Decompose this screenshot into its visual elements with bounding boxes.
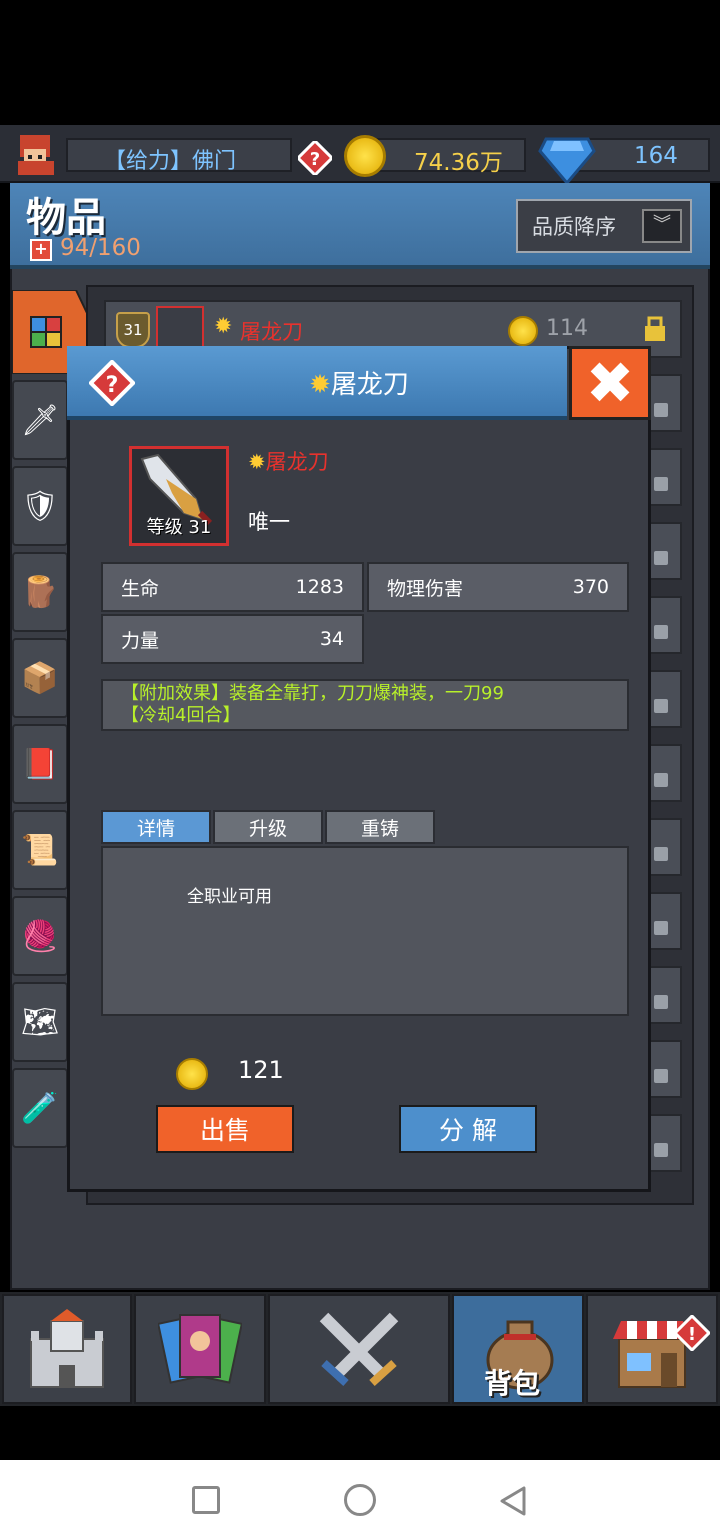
svg-text:!: ! (688, 1324, 696, 1345)
star-icon: ✹ (214, 314, 233, 339)
player-avatar[interactable] (10, 131, 62, 177)
coin-icon (508, 316, 538, 346)
log-icon: 🪵 (21, 574, 59, 610)
gem-amount: 164 (634, 143, 678, 169)
shield-icon: 🛡 (20, 488, 60, 524)
cards-icon (158, 1314, 242, 1384)
tab-weapon[interactable]: 🗡 (12, 380, 68, 460)
tab-chest[interactable]: 📦 (12, 638, 68, 718)
lock-icon[interactable] (654, 403, 668, 417)
dialog-title-bar: ? ✹屠龙刀 (67, 346, 567, 420)
gold-coin-icon (344, 135, 386, 177)
lock-icon[interactable] (654, 773, 668, 787)
tab-armor[interactable]: 🛡 (12, 466, 68, 546)
coin-icon (176, 1058, 208, 1090)
tab-book[interactable]: 📕 (12, 724, 68, 804)
capacity-icon: + (30, 239, 52, 261)
system-nav-bar (0, 1460, 720, 1540)
tab-details[interactable]: 详情 (101, 810, 211, 844)
nav-bag[interactable]: 背包 (452, 1294, 584, 1404)
details-panel: 全职业可用 (101, 846, 629, 1016)
nav-battle[interactable] (268, 1294, 450, 1404)
tab-upgrade[interactable]: 升级 (213, 810, 323, 844)
nav-castle[interactable] (2, 1294, 132, 1404)
crossed-swords-icon (319, 1312, 399, 1386)
scroll-icon: 📜 (21, 832, 59, 868)
tab-reforge[interactable]: 重铸 (325, 810, 435, 844)
lock-icon[interactable] (654, 551, 668, 565)
lock-icon[interactable] (654, 699, 668, 713)
stat-strength: 力量 34 (101, 614, 364, 664)
tab-scroll[interactable]: 📜 (12, 810, 68, 890)
item-name: ✹屠龙刀 (248, 450, 329, 474)
item-name: 屠龙刀 (240, 320, 303, 344)
sort-button[interactable]: 品质降序 ︾ (516, 199, 692, 253)
close-icon: ✖ (585, 349, 635, 417)
lock-icon[interactable] (654, 847, 668, 861)
special-effect-box: 【附加效果】装备全靠打，刀刀爆神装，一刀99 【冷却4回合】 (101, 679, 629, 731)
sort-button-label: 品质降序 (532, 215, 616, 239)
gem-icon (538, 129, 596, 186)
sell-price: 121 (238, 1056, 284, 1084)
nav-shop[interactable]: ! (586, 1294, 718, 1404)
star-icon: ✹ (248, 450, 266, 474)
level-badge: 31 (116, 312, 150, 348)
star-icon: ✹ (309, 370, 331, 400)
lock-icon[interactable] (654, 1069, 668, 1083)
item-portrait: 等级 31 (129, 446, 229, 546)
lock-icon[interactable] (654, 1143, 668, 1157)
stat-hp: 生命 1283 (101, 562, 364, 612)
lock-icon[interactable] (654, 477, 668, 491)
inventory-header: 物品 + 94/160 品质降序 ︾ (10, 183, 710, 269)
map-icon: 🗺 (20, 1004, 60, 1040)
home-button[interactable] (344, 1484, 376, 1516)
stat-physical-damage: 物理伤害 370 (367, 562, 629, 612)
book-icon: 📕 (21, 746, 59, 782)
decompose-button[interactable]: 分 解 (399, 1105, 537, 1153)
lock-icon[interactable] (654, 625, 668, 639)
capacity-count: 94/160 (60, 235, 141, 261)
sort-chevron-icon: ︾ (642, 209, 682, 243)
tab-fabric[interactable]: 🧶 (12, 896, 68, 976)
back-button[interactable] (496, 1484, 530, 1518)
tab-map[interactable]: 🗺 (12, 982, 68, 1062)
lock-icon[interactable] (654, 995, 668, 1009)
castle-icon (30, 1309, 104, 1388)
close-button[interactable]: ✖ (569, 346, 651, 420)
nav-cards[interactable] (134, 1294, 266, 1404)
sell-button[interactable]: 出售 (156, 1105, 294, 1153)
effect-text: 【附加效果】装备全靠打，刀刀爆神装，一刀99 (121, 683, 504, 704)
gold-amount: 74.36万 (414, 150, 503, 176)
dialog-title: ✹屠龙刀 (309, 370, 409, 400)
potion-icon: 🧪 (21, 1090, 59, 1126)
svg-text:?: ? (310, 149, 320, 170)
player-name[interactable]: 【给力】佛门 (104, 143, 236, 175)
resource-bar: 【给力】佛门 ? 74.36万 164 (0, 125, 720, 186)
recent-apps-button[interactable] (192, 1486, 220, 1514)
alert-icon: ! (672, 1300, 712, 1353)
tab-material[interactable]: 🪵 (12, 552, 68, 632)
help-icon[interactable]: ? (295, 138, 335, 178)
fabric-icon: 🧶 (21, 918, 59, 954)
bag-label: 背包 (484, 1367, 541, 1400)
sword-icon: 🗡 (20, 402, 60, 438)
tab-potion[interactable]: 🧪 (12, 1068, 68, 1148)
lock-icon[interactable] (654, 921, 668, 935)
back-icon (500, 1486, 526, 1516)
item-rarity: 唯一 (248, 510, 290, 534)
cooldown-text: 【冷却4回合】 (121, 705, 241, 726)
chest-icon: 📦 (21, 660, 59, 696)
item-price: 114 (546, 316, 588, 341)
lock-icon[interactable] (644, 316, 666, 342)
item-level: 等级 31 (146, 517, 212, 538)
details-text: 全职业可用 (187, 887, 272, 907)
